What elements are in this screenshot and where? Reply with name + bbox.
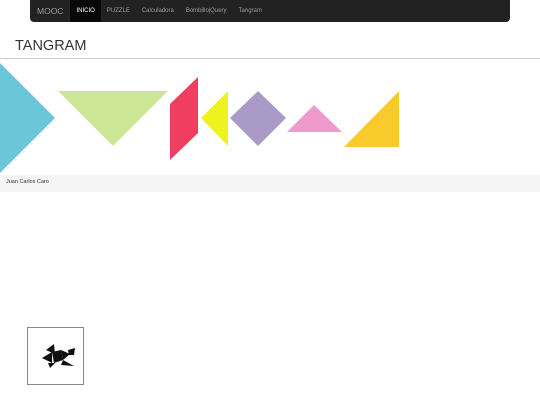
title-divider — [0, 58, 540, 59]
nav-item-inicio[interactable]: INICIO — [70, 0, 101, 22]
piece-parallelogram-red[interactable] — [170, 77, 198, 160]
nav-item-puzzle[interactable]: PUZZLE — [101, 0, 136, 22]
piece-square-purple[interactable] — [230, 91, 286, 146]
footer-author: Juan Carlos Caro — [6, 179, 49, 185]
piece-small-triangle-pink[interactable] — [287, 105, 342, 132]
tangram-silhouette-thumbnail[interactable] — [27, 327, 84, 385]
piece-large-triangle-green[interactable] — [58, 91, 168, 146]
nav-item-calculadora[interactable]: Calculadora — [136, 0, 180, 22]
piece-small-triangle-yellow[interactable] — [201, 91, 228, 146]
tangram-silhouette-icon — [42, 344, 75, 368]
top-navbar: MOOC INICIO PUZZLE Calculadora Bombilloj… — [30, 0, 510, 22]
footer-bar: Juan Carlos Caro — [0, 175, 540, 192]
page-title: TANGRAM — [15, 38, 87, 54]
nav-item-bombillojquery[interactable]: BombillojQuery — [180, 0, 233, 22]
piece-large-triangle-cyan[interactable] — [0, 63, 55, 173]
nav-item-tangram[interactable]: Tangram — [233, 0, 268, 22]
navbar-brand[interactable]: MOOC — [30, 0, 70, 22]
piece-medium-triangle-orange[interactable] — [344, 91, 399, 147]
tangram-pieces — [0, 63, 399, 173]
